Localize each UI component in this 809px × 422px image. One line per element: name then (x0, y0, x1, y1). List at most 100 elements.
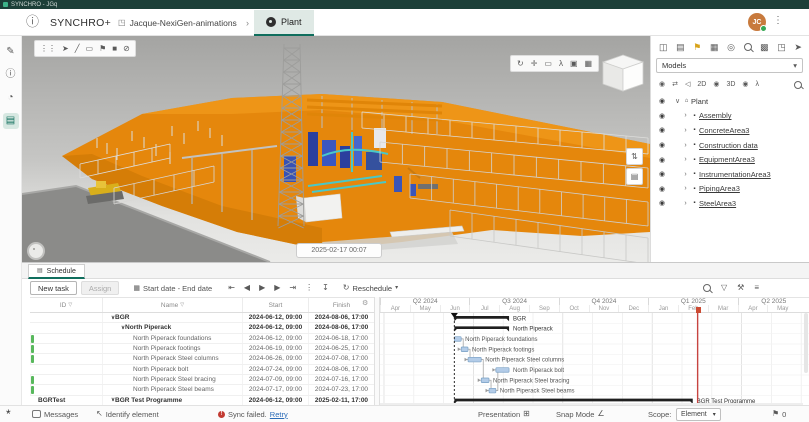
pan-icon[interactable]: ✛ (531, 60, 538, 68)
model-viewport[interactable]: ⋮⋮➤╱▭⚑■⊘ ↻✛▭λ▣▦ ⇅▤ 2025-02-17 00:07 (22, 36, 650, 262)
pointer-icon[interactable]: ➤ (794, 43, 802, 52)
next-frame-icon[interactable]: ▶ (274, 284, 280, 292)
eye-all-icon[interactable]: ◉ (659, 81, 665, 88)
caret-icon[interactable]: › (681, 185, 690, 192)
toggle-2d[interactable]: 2D (697, 81, 706, 88)
flag-markup-icon[interactable]: ⚑ (99, 45, 106, 53)
reschedule-button[interactable]: Reschedule (352, 284, 392, 293)
eye-icon[interactable]: ◉ (659, 141, 669, 149)
presentation-toggle[interactable]: Presentation ⊞ (478, 406, 530, 422)
table-row[interactable]: ∨ BGR2024-06-12, 09:002024-08-06, 17:00 (30, 313, 374, 323)
walk-mode-icon[interactable]: λ (756, 81, 760, 88)
table-row[interactable]: North Piperack Steel bracing2024-07-09, … (30, 375, 374, 385)
markup-pen-icon[interactable]: ✎ (3, 44, 19, 60)
caret-icon[interactable]: › (681, 200, 690, 207)
project-breadcrumb[interactable]: ◳ Jacque-NexiGen-animations (118, 13, 237, 33)
tree-item[interactable]: ◉›▪ConcreteArea3 (651, 123, 809, 138)
filled-square-icon[interactable]: ■ (112, 45, 117, 53)
eye-icon[interactable]: ◉ (659, 156, 669, 164)
gantt-task-bar[interactable] (461, 347, 468, 352)
eye-icon[interactable]: ◉ (659, 170, 669, 178)
eye-icon[interactable]: ◉ (659, 97, 669, 105)
models-dropdown[interactable]: Models ▾ (656, 58, 803, 73)
grid-icon[interactable]: ▩ (760, 43, 769, 52)
caret-icon[interactable]: › (681, 156, 690, 163)
gantt-task-bar[interactable] (481, 378, 489, 383)
column-settings-icon[interactable]: ⚙ (362, 300, 368, 307)
column-header-start[interactable]: Start (242, 298, 308, 312)
eye-3d-icon[interactable]: ◉ (742, 81, 748, 88)
table-row[interactable]: North Piperack footings2024-06-19, 09:00… (30, 344, 374, 354)
gantt-summary-bar[interactable] (454, 316, 509, 321)
header-more-icon[interactable]: ⋮ (773, 16, 783, 26)
drag-handle[interactable]: ⋮⋮ (40, 45, 56, 53)
more-options-icon[interactable]: ⋮ (305, 284, 313, 292)
scope-select[interactable]: Element ▾ (676, 406, 721, 422)
models-panel-icon[interactable]: ▤ (3, 113, 19, 129)
tree-item[interactable]: ◉›▪SteelArea3 (651, 196, 809, 211)
flag-icon[interactable]: ⚑ (693, 43, 701, 52)
gantt-vscrollbar[interactable] (804, 313, 808, 373)
info-menu-icon[interactable]: ⓘ (26, 15, 39, 28)
format-icon[interactable]: ⚒ (737, 284, 744, 292)
filter-icon[interactable]: ▽ (180, 302, 184, 308)
clipboard-icon[interactable]: ▤ (676, 43, 685, 52)
rect-markup-icon[interactable]: ▭ (86, 45, 94, 53)
table-row[interactable]: North Piperack Steel columns2024-06-26, … (30, 354, 374, 364)
current-date-handle[interactable] (696, 307, 701, 313)
first-frame-icon[interactable]: ⇤ (228, 284, 235, 292)
tree-item[interactable]: ◉›▪PipingArea3 (651, 182, 809, 197)
caret-icon[interactable]: › (681, 171, 690, 178)
keyframes-icon[interactable]: ▤ (626, 168, 643, 185)
modeler-icon[interactable]: * (6, 406, 11, 422)
filter-icon[interactable]: ▽ (721, 284, 727, 292)
film-strip-icon[interactable]: ▦ (710, 43, 719, 52)
menu-icon[interactable]: ≡ (754, 284, 759, 292)
search-icon[interactable] (744, 43, 752, 51)
assign-user-icon[interactable]: ◫ (659, 43, 668, 52)
caret-icon[interactable]: › (681, 112, 690, 119)
tree-item[interactable]: ◉›▪Construction data (651, 138, 809, 153)
gantt-chart[interactable]: BGRNorth PiperackNorth Piperack foundati… (380, 313, 809, 406)
eye-icon[interactable]: ◉ (659, 112, 669, 120)
view-cube[interactable] (600, 52, 646, 98)
eye-icon[interactable]: ◉ (659, 185, 669, 193)
column-header-id[interactable]: ID▽ (30, 298, 102, 312)
tree-item[interactable]: ◉∨⌂Plant (651, 94, 809, 109)
tree-search-icon[interactable] (794, 81, 802, 89)
swap-icon[interactable]: ⇄ (672, 81, 678, 88)
table-row[interactable]: North Piperack Steel beams2024-07-17, 09… (30, 385, 374, 395)
line-markup-icon[interactable]: ╱ (75, 45, 80, 53)
retry-link[interactable]: Retry (270, 410, 288, 419)
target-icon[interactable]: ◎ (727, 43, 735, 52)
table-row[interactable]: ∨ North Piperack2024-06-12, 09:002024-08… (30, 323, 374, 333)
filters-icon[interactable]: ⇅ (626, 148, 643, 165)
circle-markup-icon[interactable]: ⊘ (123, 45, 130, 53)
gantt-summary-bar[interactable] (454, 326, 509, 331)
caret-icon[interactable]: › (681, 142, 690, 149)
filter-icon[interactable]: ▽ (68, 302, 72, 308)
gantt-task-bar[interactable] (489, 388, 496, 393)
speaker-icon[interactable]: ◁ (685, 81, 690, 88)
messages-button[interactable]: Messages (32, 406, 78, 422)
last-frame-icon[interactable]: ⇥ (289, 284, 296, 292)
eye-icon[interactable]: ◉ (659, 199, 669, 207)
date-range-field[interactable]: Start date - End date (143, 284, 212, 293)
assign-button[interactable]: Assign (81, 281, 120, 295)
film-icon[interactable]: ▦ (585, 60, 593, 68)
tree-item[interactable]: ◉›▪Assembly (651, 109, 809, 124)
gantt-task-bar[interactable] (468, 357, 481, 362)
caret-icon[interactable]: ∨ (673, 97, 682, 105)
orbit-icon[interactable]: ↻ (517, 60, 524, 68)
table-row[interactable]: North Piperack foundations2024-06-12, 09… (30, 334, 374, 344)
export-icon[interactable]: ◳ (777, 43, 786, 52)
play-icon[interactable]: ▶ (259, 284, 265, 292)
eye-icon[interactable]: ◉ (659, 126, 669, 134)
caret-icon[interactable]: › (681, 127, 690, 134)
tab-schedule[interactable]: ▤ Schedule (28, 264, 85, 279)
tree-item[interactable]: ◉›▪InstrumentationArea3 (651, 167, 809, 182)
search-icon[interactable] (703, 284, 711, 292)
new-task-button[interactable]: New task (30, 281, 77, 295)
gantt-task-bar[interactable] (496, 368, 509, 373)
gantt-task-bar[interactable] (454, 337, 461, 342)
